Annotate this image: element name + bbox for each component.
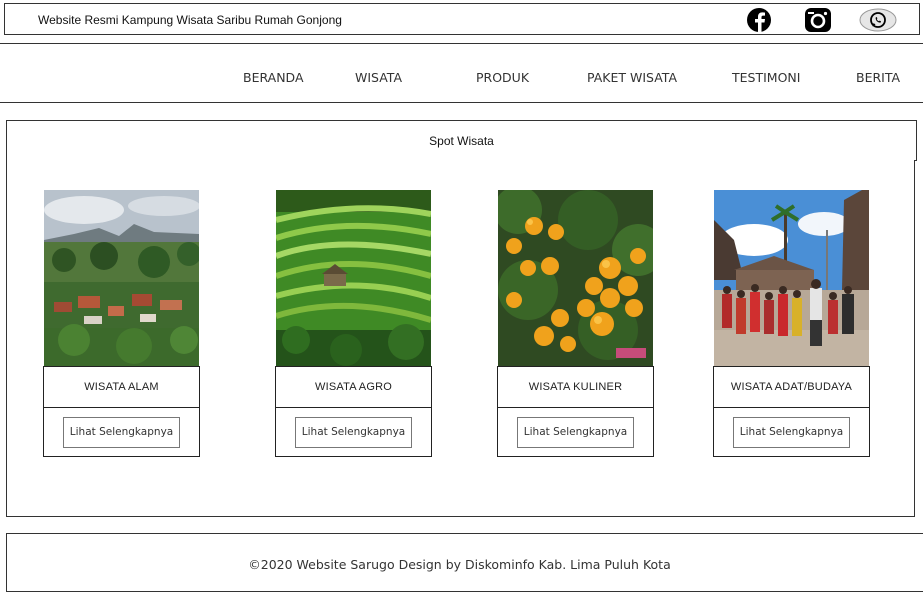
lihat-selengkapnya-button[interactable]: Lihat Selengkapnya (732, 416, 851, 448)
footer-copyright: ©2020 Website Sarugo Design by Diskominf… (248, 557, 671, 572)
traditional-ceremony-photo (714, 190, 869, 366)
lihat-selengkapnya-button[interactable]: Lihat Selengkapnya (516, 416, 635, 448)
nav-item-testimoni[interactable]: TESTIMONI (732, 70, 800, 85)
site-title: Website Resmi Kampung Wisata Saribu Ruma… (38, 13, 342, 27)
mountain-village-photo (44, 190, 199, 366)
nav-item-wisata[interactable]: WISATA (355, 70, 402, 85)
card-label: WISATA KULINER (497, 366, 654, 407)
card-wisata-agro: WISATA AGRO Lihat Selengkapnya (275, 190, 433, 457)
lihat-selengkapnya-button[interactable]: Lihat Selengkapnya (62, 416, 181, 448)
nav-item-produk[interactable]: PRODUK (476, 70, 529, 85)
nav-item-beranda[interactable]: BERANDA (243, 70, 304, 85)
rice-terrace-photo (276, 190, 431, 366)
lihat-selengkapnya-button[interactable]: Lihat Selengkapnya (294, 416, 413, 448)
card-label: WISATA ADAT/BUDAYA (713, 366, 870, 407)
card-footer: Lihat Selengkapnya (497, 407, 654, 457)
orange-tree-photo (498, 190, 653, 366)
whatsapp-icon[interactable] (858, 8, 898, 32)
card-wisata-alam: WISATA ALAM Lihat Selengkapnya (43, 190, 201, 457)
card-footer: Lihat Selengkapnya (713, 407, 870, 457)
card-footer: Lihat Selengkapnya (275, 407, 432, 457)
card-wisata-kuliner: WISATA KULINER Lihat Selengkapnya (497, 190, 655, 457)
facebook-icon[interactable] (741, 8, 777, 32)
top-bar: Website Resmi Kampung Wisata Saribu Ruma… (4, 3, 920, 35)
main-nav: BERANDA WISATA PRODUK PAKET WISATA TESTI… (0, 43, 923, 103)
card-wisata-adat-budaya: WISATA ADAT/BUDAYA Lihat Selengkapnya (713, 190, 871, 457)
card-label: WISATA ALAM (43, 366, 200, 407)
nav-item-paket-wisata[interactable]: PAKET WISATA (587, 70, 677, 85)
card-footer: Lihat Selengkapnya (43, 407, 200, 457)
footer: ©2020 Website Sarugo Design by Diskominf… (6, 533, 923, 592)
section-header: Spot Wisata (6, 120, 917, 161)
nav-item-berita[interactable]: BERITA (856, 70, 900, 85)
instagram-icon[interactable] (800, 8, 836, 32)
card-label: WISATA AGRO (275, 366, 432, 407)
section-title: Spot Wisata (429, 134, 494, 148)
